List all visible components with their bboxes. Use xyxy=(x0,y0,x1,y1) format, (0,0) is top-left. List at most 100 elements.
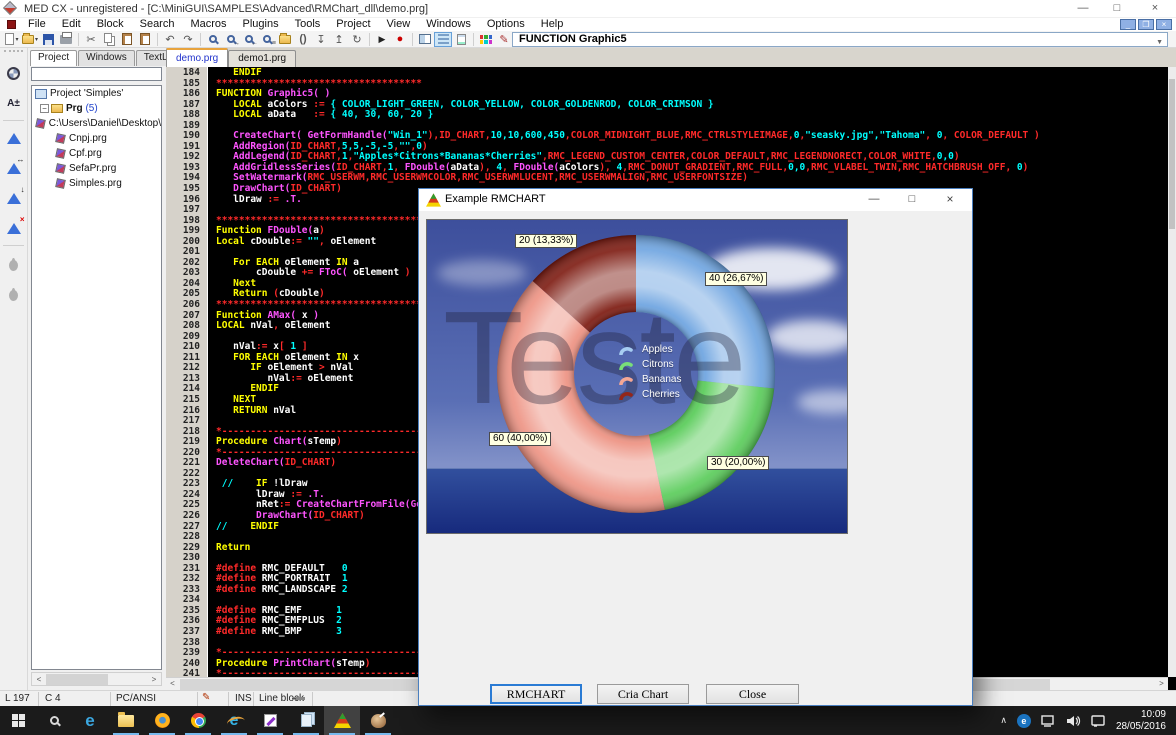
taskbar-med-editor-icon[interactable] xyxy=(252,706,288,735)
document-map-button[interactable] xyxy=(452,32,470,47)
split-view-button[interactable] xyxy=(416,32,434,47)
taskbar-gimp-icon[interactable] xyxy=(360,706,396,735)
save-button[interactable] xyxy=(39,32,57,47)
menu-item-search[interactable]: Search xyxy=(132,18,183,31)
tab-windows[interactable]: Windows xyxy=(78,50,135,66)
menu-item-options[interactable]: Options xyxy=(479,18,533,31)
cria-chart-button[interactable]: Cria Chart xyxy=(597,684,689,704)
function-combo[interactable]: FUNCTION Graphic5▼ xyxy=(512,32,1168,47)
scroll-left-icon[interactable]: < xyxy=(166,678,179,690)
mdi-close-button[interactable]: × xyxy=(1156,19,1172,30)
redo-button[interactable]: ↷ xyxy=(179,32,197,47)
find-in-files-button[interactable]: ≡ xyxy=(258,32,276,47)
sidebar-filter-input[interactable] xyxy=(31,67,162,81)
tray-chevron-up-icon[interactable]: ∧ xyxy=(1000,715,1007,726)
editor-vertical-scrollbar[interactable] xyxy=(1168,67,1176,677)
tree-file-item[interactable]: Cnpj.prg xyxy=(32,131,161,146)
taskbar-notepad-icon[interactable] xyxy=(288,706,324,735)
taskbar-edge-icon[interactable]: e xyxy=(72,706,108,735)
compile-button[interactable] xyxy=(2,125,26,151)
tree-file-item[interactable]: C:\Users\Daniel\Desktop\ xyxy=(32,116,161,131)
window-close-button[interactable]: × xyxy=(1138,0,1172,18)
clock[interactable]: 10:09 28/05/2016 xyxy=(1116,709,1166,733)
print-button[interactable] xyxy=(57,32,75,47)
build-button[interactable]: ↓ xyxy=(2,185,26,211)
compile-link-button[interactable]: ↔ xyxy=(2,155,26,181)
menu-item-help[interactable]: Help xyxy=(533,18,572,31)
taskbar-firefox-icon[interactable] xyxy=(144,706,180,735)
record-macro-button[interactable]: ● xyxy=(391,32,409,47)
sidebar-horizontal-scrollbar[interactable]: < > xyxy=(31,672,162,686)
menu-item-file[interactable]: File xyxy=(20,18,54,31)
dialog-maximize-button[interactable]: □ xyxy=(894,189,930,211)
match-brackets-button[interactable]: () xyxy=(294,32,312,47)
tab-demo1-prg[interactable]: demo1.prg xyxy=(228,50,296,67)
bookmark-up-button[interactable]: ↥ xyxy=(330,32,348,47)
menu-item-plugins[interactable]: Plugins xyxy=(235,18,287,31)
line-numbers-button[interactable] xyxy=(434,32,452,47)
run-button[interactable]: ▶ xyxy=(373,32,391,47)
copy-button[interactable] xyxy=(100,32,118,47)
font-size-button[interactable]: A± xyxy=(2,90,26,116)
spell-check-button[interactable]: ✎ xyxy=(495,32,513,47)
dialog-close-button[interactable]: × xyxy=(932,189,968,211)
paste-special-button[interactable] xyxy=(136,32,154,47)
cut-button[interactable]: ✂ xyxy=(82,32,100,47)
collapse-icon[interactable]: − xyxy=(40,104,49,113)
tree-file-item[interactable]: SefaPr.prg xyxy=(32,161,161,176)
debug-button[interactable] xyxy=(2,250,26,276)
menu-item-project[interactable]: Project xyxy=(328,18,378,31)
action-center-icon[interactable] xyxy=(1091,715,1105,727)
menu-item-macros[interactable]: Macros xyxy=(182,18,234,31)
find-in-folder-button[interactable] xyxy=(276,32,294,47)
tree-root[interactable]: Project 'Simples' xyxy=(32,86,161,101)
code-line[interactable]: ************************************ xyxy=(216,79,1168,90)
paste-button[interactable] xyxy=(118,32,136,47)
menu-item-block[interactable]: Block xyxy=(89,18,132,31)
undo-button[interactable]: ↶ xyxy=(161,32,179,47)
menu-item-edit[interactable]: Edit xyxy=(54,18,89,31)
sync-button[interactable] xyxy=(2,60,26,86)
scroll-left-icon[interactable]: < xyxy=(33,674,45,685)
rmchart-button[interactable]: RMCHART xyxy=(490,684,582,704)
code-line[interactable]: SetWatermark(RMC_USERWM,RMC_USERWMCOLOR,… xyxy=(216,173,1168,184)
tab-demo-prg[interactable]: demo.prg xyxy=(166,48,228,67)
scroll-right-icon[interactable]: > xyxy=(1155,678,1168,690)
scroll-right-icon[interactable]: > xyxy=(148,674,160,685)
taskbar-rmchart-icon[interactable] xyxy=(324,706,360,735)
menu-item-tools[interactable]: Tools xyxy=(287,18,329,31)
tab-project[interactable]: Project xyxy=(30,50,77,66)
menu-item-windows[interactable]: Windows xyxy=(418,18,479,31)
bookmark-down-button[interactable]: ↧ xyxy=(312,32,330,47)
menu-item-view[interactable]: View xyxy=(379,18,419,31)
mdi-minimize-button[interactable]: _ xyxy=(1120,19,1136,30)
speaker-icon[interactable] xyxy=(1066,715,1081,727)
tree-folder[interactable]: − Prg (5) xyxy=(32,101,161,116)
close-button[interactable]: Close xyxy=(706,684,799,704)
window-maximize-button[interactable]: □ xyxy=(1100,0,1134,18)
scrollbar-thumb[interactable] xyxy=(1169,79,1175,229)
taskbar-internet-explorer-icon[interactable]: e xyxy=(216,706,252,735)
debug-stop-button[interactable] xyxy=(2,280,26,306)
code-line[interactable]: LOCAL aData := { 40, 30, 60, 20 } xyxy=(216,110,1168,121)
dialog-titlebar[interactable]: Example RMCHART — □ × xyxy=(419,189,972,211)
taskbar-start-icon[interactable] xyxy=(0,706,36,735)
window-minimize-button[interactable]: — xyxy=(1066,0,1100,18)
taskbar-search-icon[interactable] xyxy=(36,706,72,735)
find-next-button[interactable]: → xyxy=(222,32,240,47)
network-icon[interactable] xyxy=(1041,715,1056,727)
tree-file-item[interactable]: Cpf.prg xyxy=(32,146,161,161)
tree-file-item[interactable]: Simples.prg xyxy=(32,176,161,191)
taskbar-chrome-icon[interactable] xyxy=(180,706,216,735)
new-file-button[interactable]: ▾ xyxy=(3,32,21,47)
find-button[interactable] xyxy=(204,32,222,47)
stop-build-button[interactable]: × xyxy=(2,215,26,241)
scrollbar-thumb[interactable] xyxy=(46,674,108,685)
dialog-minimize-button[interactable]: — xyxy=(856,189,892,211)
taskbar-file-explorer-icon[interactable] xyxy=(108,706,144,735)
tray-e-badge-icon[interactable]: e xyxy=(1017,714,1031,728)
toolbar-grip[interactable] xyxy=(4,50,23,56)
find-prev-button[interactable]: ← xyxy=(240,32,258,47)
cycle-button[interactable]: ↻ xyxy=(348,32,366,47)
mdi-restore-button[interactable]: ❐ xyxy=(1138,19,1154,30)
